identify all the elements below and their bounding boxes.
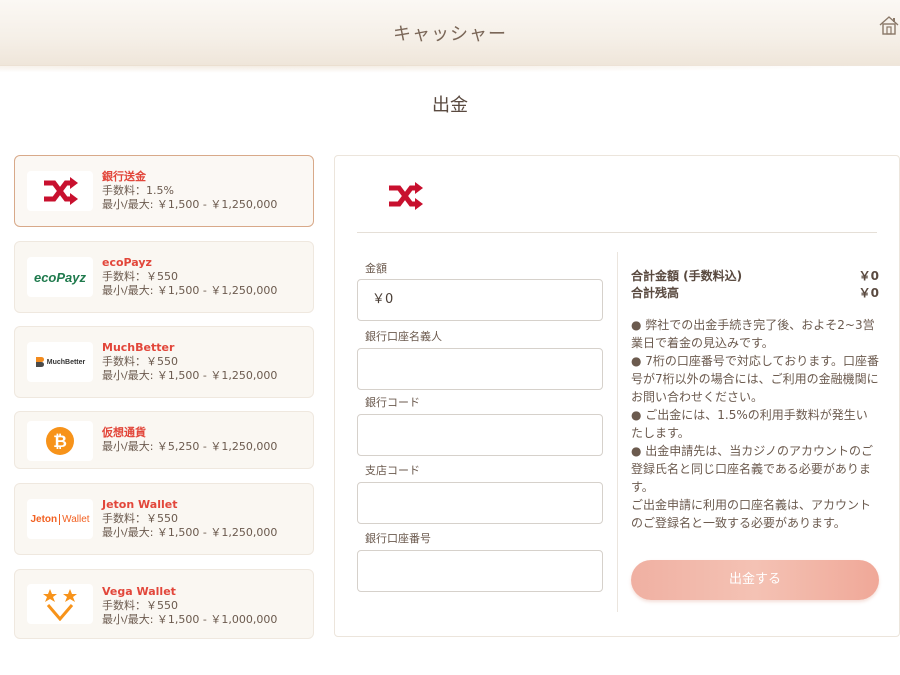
top-bar: キャッシャー [0, 0, 900, 73]
method-crypto[interactable]: ₿ 仮想通貨 最小/最大: ￥5,250 - ￥1,250,000 [14, 411, 314, 469]
method-fee: 手数料：￥550 [102, 355, 178, 368]
method-ecopayz[interactable]: ecoPayz ecoPayz 手数料：￥550 最小/最大: ￥1,500 -… [14, 241, 314, 313]
method-limits: 最小/最大: ￥5,250 - ￥1,250,000 [102, 440, 278, 453]
method-name: 仮想通貨 [102, 426, 146, 439]
method-limits: 最小/最大: ￥1,500 - ￥1,250,000 [102, 284, 278, 297]
method-limits: 最小/最大: ￥1,500 - ￥1,000,000 [102, 613, 278, 626]
method-limits: 最小/最大: ￥1,500 - ￥1,250,000 [102, 369, 278, 382]
method-fee: 手数料：1.5% [102, 184, 174, 197]
balance-row: 合計残高 ￥0 [631, 285, 879, 302]
bank-code-label: 銀行コード [365, 396, 420, 409]
cashier-title: キャッシャー [393, 24, 507, 45]
withdraw-button[interactable]: 出金する [631, 560, 879, 600]
method-vega-wallet[interactable]: Vega Wallet 手数料：￥550 最小/最大: ￥1,500 - ￥1,… [14, 569, 314, 639]
svg-text:₿: ₿ [53, 432, 67, 452]
method-fee: 手数料：￥550 [102, 599, 178, 612]
vega-stars-icon [43, 589, 77, 621]
balance-label: 合計残高 [631, 286, 680, 300]
ecopayz-logo: ecoPayz [27, 257, 93, 297]
vega-logo [27, 584, 93, 624]
method-name: Jeton Wallet [102, 498, 178, 511]
amount-input[interactable]: ￥0 [357, 279, 603, 321]
panel-divider [357, 232, 877, 233]
account-number-input[interactable] [357, 550, 603, 592]
account-holder-input[interactable] [357, 348, 603, 390]
muchbetter-mark-icon [35, 357, 44, 367]
shuffle-icon [44, 177, 78, 205]
note-item: ● ご出金には、1.5%の利用手数料が発生いたします。 [631, 408, 868, 440]
jeton-logo-text: Jeton [30, 513, 58, 525]
note-item: ● 弊社での出金手続き完了後、およそ2~3営業日で着金の見込みです。 [631, 318, 875, 350]
branch-code-input[interactable] [357, 482, 603, 524]
method-name: MuchBetter [102, 341, 175, 354]
method-name: ecoPayz [102, 256, 152, 269]
page-heading: 出金 [432, 95, 468, 116]
method-fee: 手数料：￥550 [102, 270, 178, 283]
balance-value: ￥0 [858, 286, 879, 300]
crypto-logo: ₿ [27, 421, 93, 461]
total-row: 合計金額 (手数料込) ￥0 [631, 268, 879, 285]
method-limits: 最小/最大: ￥1,500 - ￥1,250,000 [102, 198, 278, 211]
bank-transfer-logo [27, 171, 93, 211]
bitcoin-icon: ₿ [46, 427, 74, 455]
method-name: 銀行送金 [102, 170, 146, 183]
shuffle-icon [389, 182, 423, 210]
ecopayz-logo-text: ecoPayz [33, 269, 87, 285]
method-bank-transfer[interactable]: 銀行送金 手数料：1.5% 最小/最大: ￥1,500 - ￥1,250,000 [14, 155, 314, 227]
method-muchbetter[interactable]: MuchBetter MuchBetter 手数料：￥550 最小/最大: ￥1… [14, 326, 314, 398]
bank-code-input[interactable] [357, 414, 603, 456]
total-label: 合計金額 (手数料込) [631, 269, 743, 283]
jeton-logo-divider [59, 513, 61, 525]
home-icon[interactable] [878, 14, 900, 36]
withdrawal-panel: 金額 ￥0 銀行口座名義人 銀行コード 支店コード 銀行口座番号 合計金額 (手… [334, 155, 900, 637]
notes: ● 弊社での出金手続き完了後、およそ2~3営業日で着金の見込みです。 ● 7桁の… [631, 316, 879, 532]
amount-label: 金額 [365, 262, 387, 275]
branch-code-label: 支店コード [365, 464, 420, 477]
note-item: ● 出金申請先は、当カジノのアカウントのご登録氏名と同じ口座名義である必要があり… [631, 444, 874, 494]
jeton-logo: Jeton Wallet [27, 499, 93, 539]
account-holder-label: 銀行口座名義人 [365, 330, 442, 343]
muchbetter-logo: MuchBetter [27, 342, 93, 382]
note-item: ご出金申請に利用の口座名義は、アカウントのご登録名と一致する必要があります。 [631, 498, 872, 530]
method-name: Vega Wallet [102, 585, 176, 598]
method-limits: 最小/最大: ￥1,500 - ￥1,250,000 [102, 526, 278, 539]
muchbetter-logo-text: MuchBetter [46, 358, 86, 366]
account-number-label: 銀行口座番号 [365, 532, 431, 545]
note-item: ● 7桁の口座番号で対応しております。口座番号が7桁以外の場合には、ご利用の金融… [631, 354, 880, 404]
total-value: ￥0 [858, 269, 879, 283]
jeton-logo-subtext: Wallet [62, 513, 90, 525]
summary: 合計金額 (手数料込) ￥0 合計残高 ￥0 [631, 268, 879, 302]
method-fee: 手数料：￥550 [102, 512, 178, 525]
method-jeton-wallet[interactable]: Jeton Wallet Jeton Wallet 手数料：￥550 最小/最大… [14, 483, 314, 555]
column-divider [617, 252, 618, 612]
